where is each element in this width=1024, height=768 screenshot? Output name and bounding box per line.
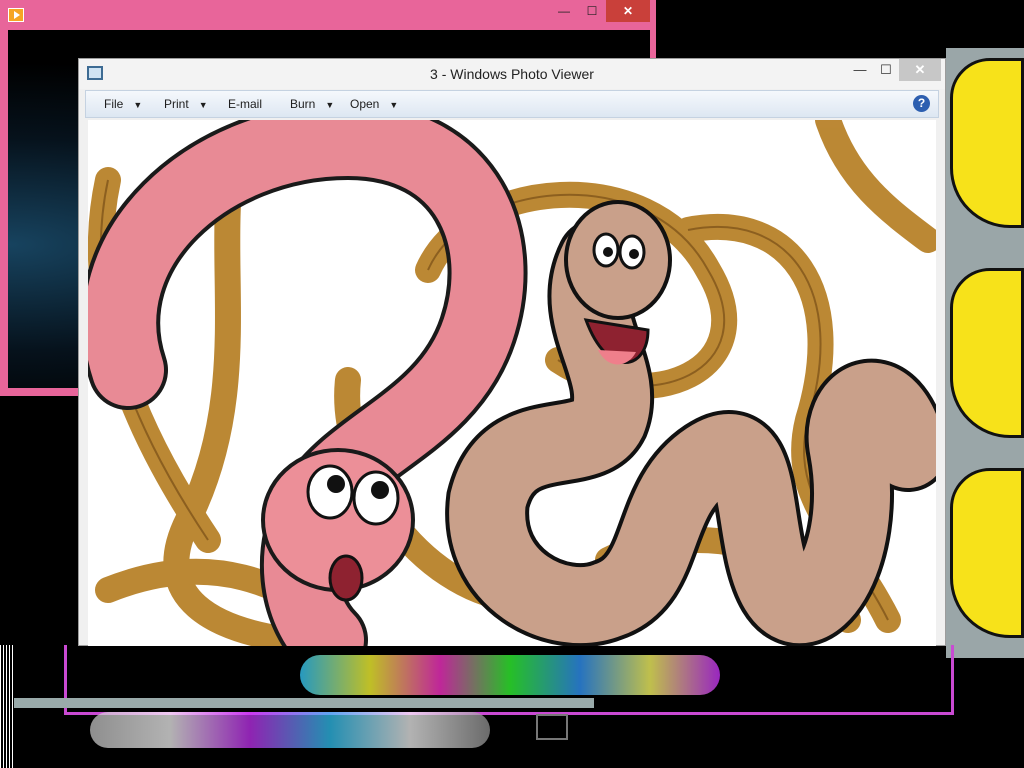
- chevron-down-icon: ▼: [198, 99, 208, 110]
- window-title: 3 - Windows Photo Viewer: [430, 66, 594, 82]
- email-button[interactable]: E-mail: [228, 97, 262, 111]
- yellow-character-image: [950, 268, 1024, 438]
- help-icon[interactable]: ?: [913, 95, 930, 112]
- file-menu-label: File: [104, 97, 124, 111]
- open-menu[interactable]: Open ▼: [350, 97, 398, 111]
- burn-menu[interactable]: Burn ▼: [290, 97, 334, 111]
- bg-minimize-button[interactable]: —: [550, 0, 578, 22]
- print-menu[interactable]: Print ▼: [164, 97, 208, 111]
- brown-worm-head: [564, 200, 672, 320]
- bg-maximize-button[interactable]: ☐: [578, 0, 606, 22]
- right-background-app: [946, 48, 1024, 658]
- maximize-button[interactable]: ☐: [873, 59, 899, 81]
- close-button[interactable]: ✕: [899, 59, 941, 81]
- glitch-icon: [536, 714, 568, 740]
- image-display-area[interactable]: [88, 120, 936, 646]
- minimize-button[interactable]: —: [847, 59, 873, 81]
- chevron-down-icon: ▼: [133, 99, 143, 110]
- glitch-strip: [90, 712, 490, 748]
- photo-viewer-titlebar[interactable]: 3 - Windows Photo Viewer — ☐ ✕: [79, 59, 945, 89]
- yellow-character-image: [950, 58, 1024, 228]
- burn-menu-label: Burn: [290, 97, 316, 111]
- chevron-down-icon: ▼: [325, 99, 335, 110]
- open-menu-label: Open: [350, 97, 380, 111]
- glitch-strip: [300, 655, 720, 695]
- print-menu-label: Print: [164, 97, 189, 111]
- media-player-icon: [8, 8, 24, 22]
- photo-viewer-toolbar: File ▼ Print ▼ E-mail Burn ▼ Open ▼ ?: [85, 90, 939, 118]
- worms-image: [88, 120, 936, 646]
- background-window-titlebar[interactable]: — ☐ ✕: [0, 0, 656, 30]
- photo-viewer-window[interactable]: 3 - Windows Photo Viewer — ☐ ✕ File ▼ Pri…: [78, 58, 946, 646]
- bg-close-button[interactable]: ✕: [606, 0, 650, 22]
- chevron-down-icon: ▼: [389, 99, 399, 110]
- glitch-edge: [0, 645, 14, 768]
- email-label: E-mail: [228, 97, 263, 111]
- file-menu[interactable]: File ▼: [104, 97, 142, 111]
- yellow-character-image: [950, 468, 1024, 638]
- glitch-bar: [14, 698, 594, 708]
